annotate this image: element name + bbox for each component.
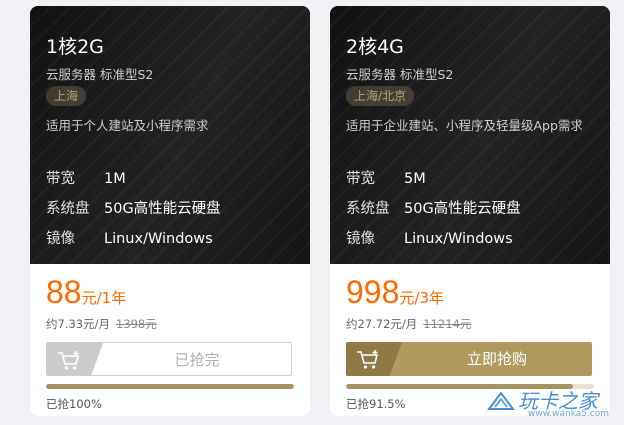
watermark-logo: 玩卡之家 www.wanka5.com bbox=[486, 383, 616, 423]
spec-row-image: 镜像 Linux/Windows bbox=[46, 227, 213, 248]
price-details: 约27.72元/月 11214元 bbox=[346, 316, 471, 332]
progress-label: 已抢100% bbox=[46, 397, 102, 411]
spec-value: 50G高性能云硬盘 bbox=[404, 201, 521, 217]
cart-plus-icon bbox=[58, 351, 80, 370]
spec-row-bandwidth: 带宽 1M bbox=[46, 167, 126, 188]
spec-value: 1M bbox=[104, 171, 126, 187]
price-amount: 88 bbox=[46, 274, 82, 310]
spec-key: 系统盘 bbox=[46, 201, 90, 217]
progress-fill bbox=[46, 384, 294, 389]
spec-key: 带宽 bbox=[46, 171, 75, 187]
sold-out-button[interactable]: 已抢完 bbox=[46, 342, 292, 376]
region-badge: 上海 bbox=[46, 86, 87, 106]
button-label: 立即抢购 bbox=[466, 350, 527, 368]
sales-progress-bar bbox=[46, 384, 294, 389]
price-unit: 元/3年 bbox=[399, 289, 444, 307]
spec-value: 5M bbox=[404, 171, 426, 187]
price-amount: 998 bbox=[346, 274, 400, 310]
monthly-price: 约27.72元/月 bbox=[346, 317, 418, 331]
card-header: 1核2G 云服务器 标准型S2 上海 适用于个人建站及小程序需求 带宽 1M 系统… bbox=[30, 6, 310, 264]
buy-now-button[interactable]: 立即抢购 bbox=[346, 342, 592, 376]
spec-row-bandwidth: 带宽 5M bbox=[346, 167, 426, 188]
monthly-price: 约7.33元/月 bbox=[46, 317, 110, 331]
price: 998元/3年 bbox=[346, 274, 444, 311]
plan-subtitle: 云服务器 标准型S2 bbox=[346, 67, 454, 82]
region-badge: 上海/北京 bbox=[346, 86, 415, 106]
plan-description: 适用于企业建站、小程序及轻量级App需求 bbox=[346, 118, 583, 133]
cart-section bbox=[47, 343, 103, 375]
spec-value: 50G高性能云硬盘 bbox=[104, 201, 221, 217]
plan-description: 适用于个人建站及小程序需求 bbox=[46, 118, 209, 133]
price: 88元/1年 bbox=[46, 274, 126, 311]
spec-row-disk: 系统盘 50G高性能云硬盘 bbox=[346, 197, 521, 218]
plan-title: 2核4G bbox=[346, 36, 404, 58]
spec-row-disk: 系统盘 50G高性能云硬盘 bbox=[46, 197, 221, 218]
progress-label: 已抢91.5% bbox=[346, 397, 406, 411]
plan-title: 1核2G bbox=[46, 36, 104, 58]
plan-subtitle: 云服务器 标准型S2 bbox=[46, 67, 154, 82]
spec-key: 带宽 bbox=[346, 171, 375, 187]
price-unit: 元/1年 bbox=[81, 289, 127, 307]
spec-key: 镜像 bbox=[346, 231, 375, 247]
watermark-url: www.wanka5.com bbox=[528, 409, 610, 419]
server-offer-card-2: 2核4G 云服务器 标准型S2 上海/北京 适用于企业建站、小程序及轻量级App… bbox=[330, 6, 610, 416]
cart-section bbox=[346, 342, 402, 376]
card-header: 2核4G 云服务器 标准型S2 上海/北京 适用于企业建站、小程序及轻量级App… bbox=[330, 6, 610, 264]
spec-row-image: 镜像 Linux/Windows bbox=[346, 227, 513, 248]
spec-value: Linux/Windows bbox=[404, 231, 513, 247]
cart-plus-icon bbox=[357, 350, 379, 369]
spec-key: 系统盘 bbox=[346, 201, 390, 217]
watermark-icon bbox=[487, 391, 515, 410]
button-label: 已抢完 bbox=[174, 351, 220, 369]
original-price: 11214元 bbox=[423, 317, 472, 331]
original-price: 1398元 bbox=[115, 317, 157, 331]
server-offer-card-1: 1核2G 云服务器 标准型S2 上海 适用于个人建站及小程序需求 带宽 1M 系统… bbox=[30, 6, 310, 416]
price-details: 约7.33元/月 1398元 bbox=[46, 316, 157, 332]
spec-value: Linux/Windows bbox=[104, 231, 213, 247]
spec-key: 镜像 bbox=[46, 231, 75, 247]
